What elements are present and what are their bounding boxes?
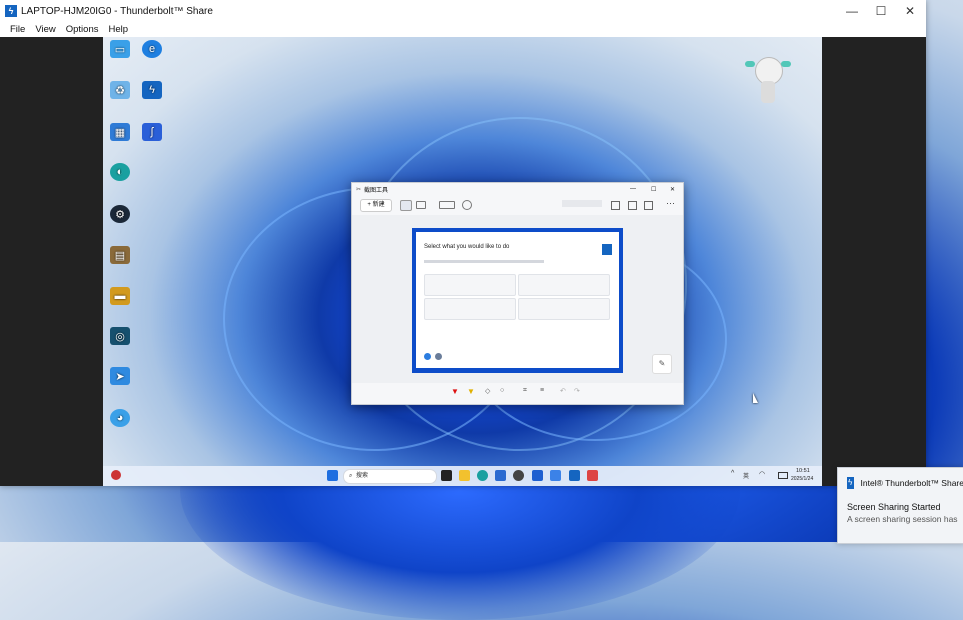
app2-taskbar-icon[interactable]: [587, 470, 598, 481]
highlighter-icon[interactable]: ▼: [467, 387, 475, 396]
captured-card: [518, 274, 610, 296]
snip-minimize-button[interactable]: —: [630, 186, 636, 192]
captured-card: [518, 298, 610, 320]
captured-thunderbolt-icon: [602, 244, 612, 255]
tray-battery-icon[interactable]: [778, 472, 788, 479]
taskbar-search-box[interactable]: ⌕ 搜索: [343, 469, 437, 484]
snip-timer-dropdown[interactable]: [462, 200, 472, 210]
desktop-icon-thunderbolt-share[interactable]: ϟ: [137, 81, 167, 101]
snip-toolbar: + 新建 ⋯: [352, 197, 683, 213]
minimize-button[interactable]: —: [837, 0, 867, 22]
close-button[interactable]: ✕: [895, 0, 925, 22]
snip-bottom-right-icon[interactable]: ✎: [652, 354, 672, 374]
toast-header: ϟ Intel® Thunderbolt™ Share: [847, 477, 963, 489]
snip-title-bar: ✂ 截图工具 — ☐ ✕: [352, 183, 683, 195]
snip-markup-toolbar: ▼ ▼ ◇ ○ ⌗ ≡ ↶ ↷: [447, 386, 587, 398]
notification-toast[interactable]: ϟ Intel® Thunderbolt™ Share Screen Shari…: [837, 467, 963, 544]
search-icon: ⌕: [349, 473, 353, 479]
menu-options[interactable]: Options: [66, 24, 99, 35]
tray-wifi-icon[interactable]: ◠: [759, 470, 765, 478]
desktop-icon-tool[interactable]: ◎: [105, 327, 135, 347]
snip-title: 截图工具: [364, 187, 389, 194]
toast-body: A screen sharing session has: [847, 514, 958, 524]
title-bar: ϟ LAPTOP-HJM20IG0 - Thunderbolt™ Share —…: [0, 0, 926, 22]
desktop-mascot-widget[interactable]: [745, 51, 791, 107]
captured-subtext: [424, 260, 544, 263]
store-taskbar-icon[interactable]: [495, 470, 506, 481]
tray-lang[interactable]: 英: [743, 471, 749, 480]
desktop-icon-recycle-bin[interactable]: ♻: [105, 81, 135, 101]
desktop-icon-game[interactable]: ▤: [105, 246, 135, 266]
snip-app-icon: ✂: [356, 186, 362, 193]
desktop-icon-edge[interactable]: e: [137, 40, 167, 60]
menu-file[interactable]: File: [10, 24, 25, 35]
remote-taskbar: ⌕ 搜索 ^ 英 ◠ 10:51 2025/1/24: [103, 466, 822, 486]
snip-close-button[interactable]: ✕: [670, 186, 675, 193]
snip-new-button[interactable]: + 新建: [360, 199, 392, 212]
app-taskbar-icon[interactable]: [532, 470, 543, 481]
captured-image: Select what you would like to do: [412, 228, 623, 373]
thunderbolt-taskbar-icon[interactable]: [569, 470, 580, 481]
desktop-icon-app-2[interactable]: ➤: [105, 367, 135, 387]
captured-dialog: Select what you would like to do: [416, 232, 619, 368]
menu-help[interactable]: Help: [108, 24, 128, 35]
captured-card: [424, 274, 516, 296]
snip-shape-dropdown[interactable]: [439, 201, 455, 209]
desktop-icon-app[interactable]: ▬: [105, 287, 135, 307]
taskbar-time[interactable]: 10:51: [796, 468, 810, 474]
shapes-icon[interactable]: ○: [500, 387, 504, 394]
captured-footer-icon: [435, 353, 442, 360]
snip-save-icon[interactable]: [611, 201, 620, 210]
thunderbolt-icon: ϟ: [5, 5, 17, 17]
text-actions-icon[interactable]: ≡: [540, 387, 544, 394]
desktop-icon-steam[interactable]: ⚙: [105, 205, 135, 225]
maximize-button[interactable]: ☐: [866, 0, 896, 22]
taskview-icon[interactable]: [441, 470, 452, 481]
desktop-icon-flow[interactable]: ʃ: [137, 123, 167, 143]
snip-extra-label: [562, 200, 602, 207]
captured-dialog-heading: Select what you would like to do: [424, 244, 510, 250]
snip-taskbar-icon[interactable]: [550, 470, 561, 481]
tray-chevron-icon[interactable]: ^: [731, 470, 734, 477]
edge-taskbar-icon[interactable]: [477, 470, 488, 481]
captured-footer-icon: [424, 353, 431, 360]
pen-red-icon[interactable]: ▼: [451, 387, 459, 396]
undo-icon[interactable]: ↶: [560, 387, 566, 395]
thunderbolt-icon: ϟ: [847, 477, 854, 489]
eraser-icon[interactable]: ◇: [485, 387, 490, 395]
menu-bar: File View Options Help: [0, 22, 926, 37]
steam-taskbar-icon[interactable]: [513, 470, 524, 481]
taskbar-date[interactable]: 2025/1/24: [791, 476, 813, 482]
snip-video-icon[interactable]: [416, 201, 426, 209]
toast-title: Screen Sharing Started: [847, 502, 941, 512]
snip-mode-rect-icon[interactable]: [400, 200, 412, 211]
snipping-tool-window[interactable]: ✂ 截图工具 — ☐ ✕ + 新建 ⋯ Select what you woul…: [351, 182, 684, 405]
snip-more-icon[interactable]: ⋯: [666, 198, 675, 209]
desktop-icon-edge-2[interactable]: ◐: [105, 163, 135, 183]
file-explorer-icon[interactable]: [459, 470, 470, 481]
mouse-cursor-icon: [753, 393, 758, 403]
start-button-icon[interactable]: [327, 470, 338, 481]
desktop-icon-control-panel[interactable]: ▦: [105, 123, 135, 143]
search-placeholder: 搜索: [356, 473, 369, 479]
toast-app-name: Intel® Thunderbolt™ Share: [860, 478, 963, 488]
crop-icon[interactable]: ⌗: [523, 387, 527, 395]
redo-icon[interactable]: ↷: [574, 387, 580, 395]
snip-maximize-button[interactable]: ☐: [651, 186, 656, 193]
snip-copy-icon[interactable]: [628, 201, 637, 210]
snip-share-icon[interactable]: [644, 201, 653, 210]
taskbar-widget-icon[interactable]: [111, 470, 145, 481]
menu-view[interactable]: View: [35, 24, 55, 35]
window-title: LAPTOP-HJM20IG0 - Thunderbolt™ Share: [21, 5, 213, 17]
captured-card: [424, 298, 516, 320]
desktop-icon-app-3[interactable]: ◕: [105, 409, 135, 429]
desktop-icon-this-pc[interactable]: ▭: [105, 40, 135, 60]
